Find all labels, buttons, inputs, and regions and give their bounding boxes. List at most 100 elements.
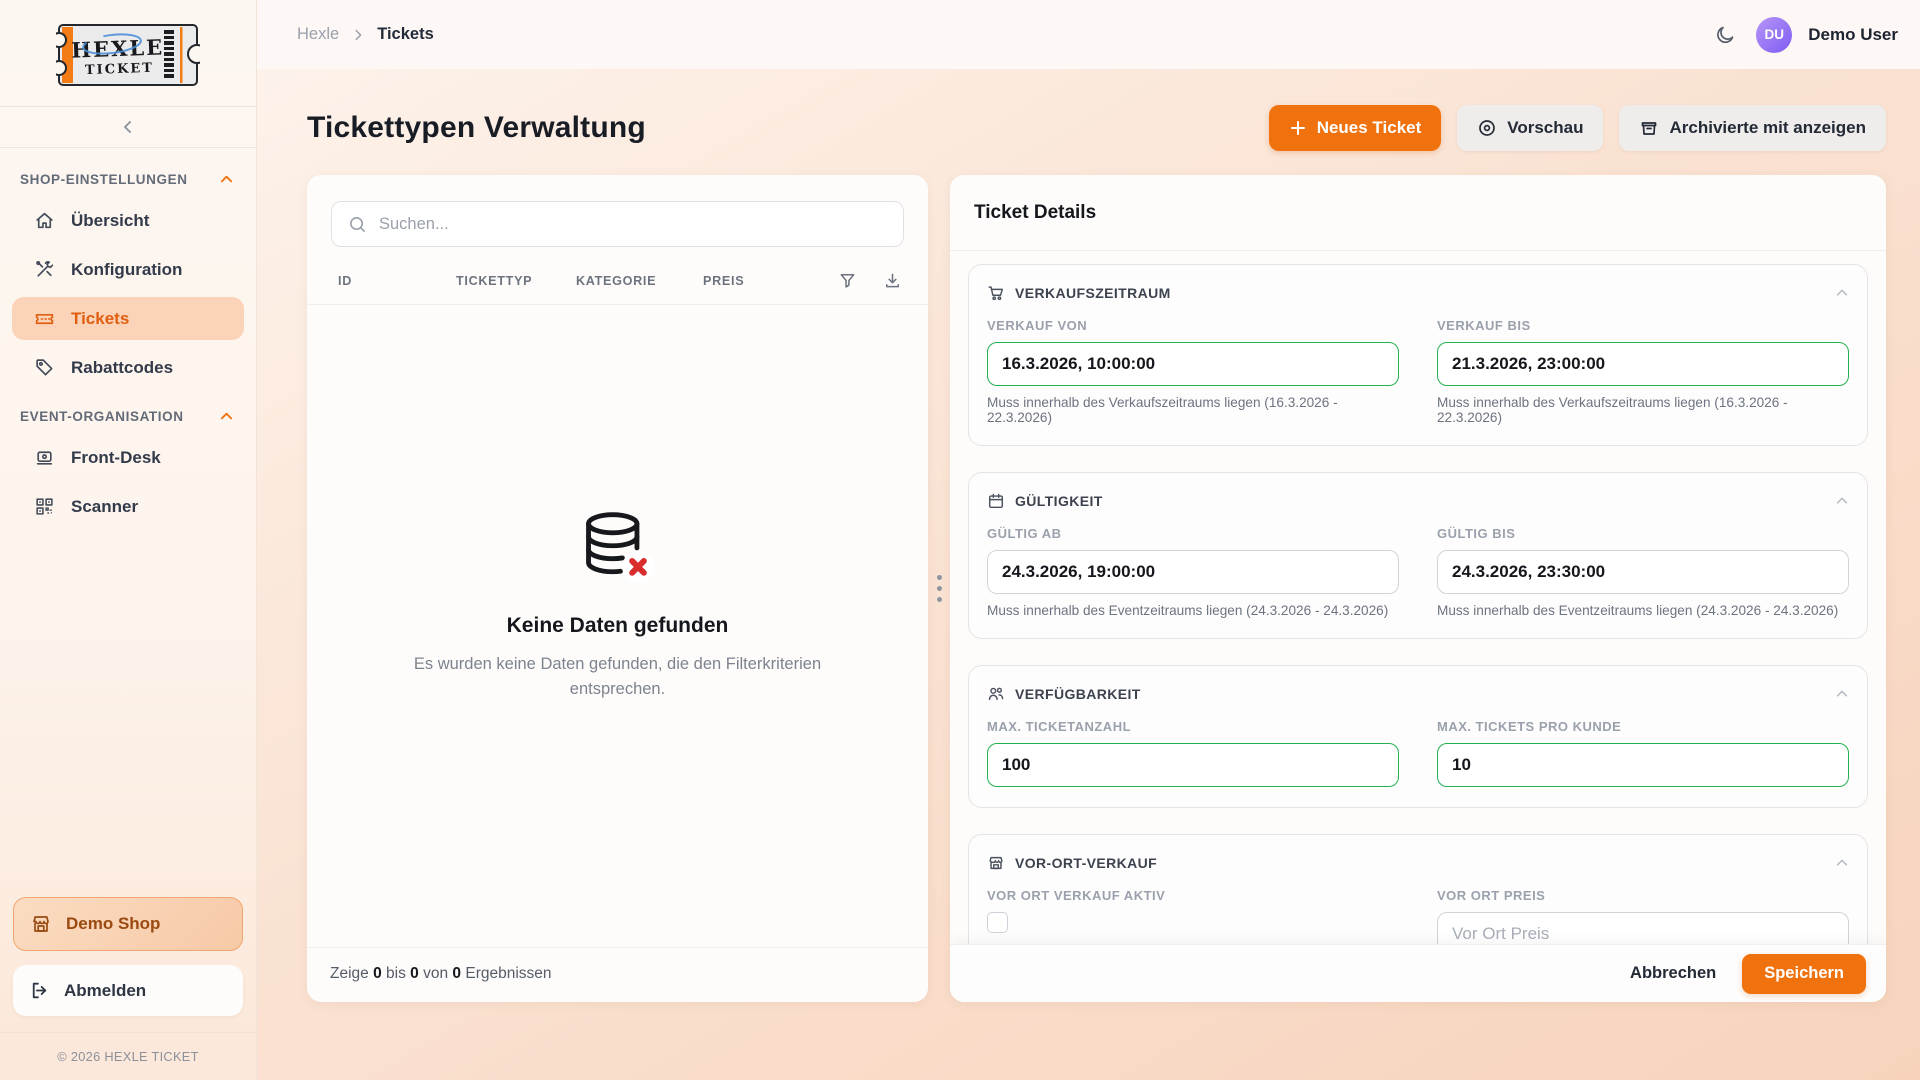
results-summary: Zeige 0 bis 0 von 0 Ergebnissen bbox=[307, 947, 928, 1002]
field-label: GÜLTIG BIS bbox=[1437, 526, 1849, 541]
no-data-database-icon bbox=[578, 510, 658, 588]
tag-icon bbox=[34, 357, 55, 378]
field-gueltig-ab: GÜLTIG AB Muss innerhalb des Eventzeitra… bbox=[987, 526, 1399, 618]
collapse-section-button[interactable] bbox=[1835, 286, 1849, 300]
page-title: Tickettypen Verwaltung bbox=[307, 111, 646, 145]
details-title: Ticket Details bbox=[950, 175, 1886, 251]
sidebar-bottom: Demo Shop Abmelden © 2026 HEXLE TICKET bbox=[0, 897, 256, 1080]
tools-icon bbox=[34, 259, 55, 280]
results-from: 0 bbox=[373, 965, 382, 982]
sidebar-collapse-button[interactable] bbox=[0, 106, 256, 148]
chevron-up-icon bbox=[219, 172, 234, 187]
verkauf-von-input[interactable] bbox=[987, 342, 1399, 386]
panels-row: ID TICKETTYP KATEGORIE PREIS bbox=[307, 175, 1886, 1002]
max-ticketanzahl-input[interactable] bbox=[987, 743, 1399, 787]
user-name: Demo User bbox=[1808, 25, 1898, 45]
svg-text:TICKET: TICKET bbox=[85, 61, 154, 78]
empty-state-message: Es wurden keine Daten gefunden, die den … bbox=[368, 652, 868, 702]
avatar[interactable]: DU bbox=[1756, 17, 1792, 53]
gueltig-bis-input[interactable] bbox=[1437, 550, 1849, 594]
results-text: Zeige bbox=[330, 965, 369, 982]
field-hint: Muss innerhalb des Eventzeitraums liegen… bbox=[1437, 603, 1849, 618]
nav-section-event-organisation[interactable]: EVENT-ORGANISATION bbox=[0, 395, 256, 434]
panel-resize-handle[interactable] bbox=[928, 175, 950, 1002]
verkauf-bis-input[interactable] bbox=[1437, 342, 1849, 386]
table-header-row: ID TICKETTYP KATEGORIE PREIS bbox=[307, 265, 928, 305]
field-max-ticketanzahl: MAX. TICKETANZAHL bbox=[987, 719, 1399, 787]
demo-shop-button[interactable]: Demo Shop bbox=[13, 897, 243, 951]
ticket-list-panel: ID TICKETTYP KATEGORIE PREIS bbox=[307, 175, 928, 1002]
cancel-button[interactable]: Abbrechen bbox=[1630, 964, 1716, 983]
cart-icon bbox=[987, 284, 1005, 302]
details-body: VERKAUFSZEITRAUM VERKAUF VON Muss innerh… bbox=[950, 251, 1886, 944]
column-header-id[interactable]: ID bbox=[338, 274, 456, 288]
sidebar-item-tickets[interactable]: Tickets bbox=[12, 297, 244, 340]
field-grid: MAX. TICKETANZAHL MAX. TICKETS PRO KUNDE bbox=[987, 719, 1849, 787]
results-text: Ergebnissen bbox=[465, 965, 551, 982]
field-gueltig-bis: GÜLTIG BIS Muss innerhalb des Eventzeitr… bbox=[1437, 526, 1849, 618]
column-header-tickettyp[interactable]: TICKETTYP bbox=[456, 274, 576, 288]
preview-label: Vorschau bbox=[1507, 118, 1583, 138]
sidebar-item-label: Scanner bbox=[71, 497, 138, 517]
collapse-section-button[interactable] bbox=[1835, 687, 1849, 701]
show-archived-button[interactable]: Archivierte mit anzeigen bbox=[1619, 105, 1886, 151]
dark-mode-toggle[interactable] bbox=[1710, 20, 1740, 50]
gueltig-ab-input[interactable] bbox=[987, 550, 1399, 594]
vor-ort-aktiv-checkbox[interactable] bbox=[987, 912, 1008, 933]
collapse-section-button[interactable] bbox=[1835, 856, 1849, 870]
logout-button[interactable]: Abmelden bbox=[13, 965, 243, 1016]
max-tickets-pro-kunde-input[interactable] bbox=[1437, 743, 1849, 787]
section-title: VOR-ORT-VERKAUF bbox=[1015, 855, 1157, 871]
field-vor-ort-preis: VOR ORT PREIS bbox=[1437, 888, 1849, 944]
section-title: GÜLTIGKEIT bbox=[1015, 493, 1103, 509]
ticket-icon bbox=[34, 308, 55, 329]
field-verkauf-von: VERKAUF VON Muss innerhalb des Verkaufsz… bbox=[987, 318, 1399, 425]
vor-ort-preis-input[interactable] bbox=[1437, 912, 1849, 944]
show-archived-label: Archivierte mit anzeigen bbox=[1669, 118, 1866, 138]
sidebar-item-label: Übersicht bbox=[71, 211, 149, 231]
download-button[interactable] bbox=[883, 271, 902, 290]
chevron-up-icon bbox=[1835, 494, 1849, 508]
sidebar-item-konfiguration[interactable]: Konfiguration bbox=[12, 248, 244, 291]
search-input[interactable] bbox=[379, 215, 887, 234]
field-label: GÜLTIG AB bbox=[987, 526, 1399, 541]
sidebar-item-front-desk[interactable]: Front-Desk bbox=[12, 436, 244, 479]
moon-icon bbox=[1714, 24, 1736, 46]
breadcrumb-parent[interactable]: Hexle bbox=[297, 25, 339, 44]
column-header-preis[interactable]: PREIS bbox=[703, 274, 838, 288]
topbar-right: DU Demo User bbox=[1710, 17, 1898, 53]
section-vor-ort-verkauf: VOR-ORT-VERKAUF VOR ORT VERKAUF AKTIV bbox=[968, 834, 1868, 944]
chevron-right-icon bbox=[351, 28, 365, 42]
new-ticket-button[interactable]: Neues Ticket bbox=[1269, 105, 1442, 151]
section-header: VERFÜGBARKEIT bbox=[987, 685, 1849, 703]
demo-shop-label: Demo Shop bbox=[66, 914, 160, 934]
column-header-kategorie[interactable]: KATEGORIE bbox=[576, 274, 703, 288]
results-total: 0 bbox=[452, 965, 461, 982]
new-ticket-label: Neues Ticket bbox=[1317, 118, 1422, 138]
section-header: VERKAUFSZEITRAUM bbox=[987, 284, 1849, 302]
filter-button[interactable] bbox=[838, 271, 857, 290]
sidebar-item-rabattcodes[interactable]: Rabattcodes bbox=[12, 346, 244, 389]
details-footer: Abbrechen Speichern bbox=[950, 944, 1886, 1002]
calendar-icon bbox=[987, 492, 1005, 510]
sidebar-item-label: Front-Desk bbox=[71, 448, 161, 468]
nav-section-shop-einstellungen[interactable]: SHOP-EINSTELLUNGEN bbox=[0, 158, 256, 197]
cash-register-icon bbox=[34, 447, 55, 468]
results-text: bis bbox=[386, 965, 406, 982]
preview-button[interactable]: Vorschau bbox=[1457, 105, 1603, 151]
sidebar-item-scanner[interactable]: Scanner bbox=[12, 485, 244, 528]
funnel-icon bbox=[838, 271, 857, 290]
section-gueltigkeit: GÜLTIGKEIT GÜLTIG AB Muss innerhalb des … bbox=[968, 472, 1868, 639]
save-button[interactable]: Speichern bbox=[1742, 954, 1866, 994]
download-icon bbox=[883, 271, 902, 290]
section-title: VERKAUFSZEITRAUM bbox=[1015, 285, 1171, 301]
field-label: VOR ORT PREIS bbox=[1437, 888, 1849, 903]
field-grid: VOR ORT VERKAUF AKTIV VOR ORT PREIS bbox=[987, 888, 1849, 944]
sidebar-item-label: Tickets bbox=[71, 309, 129, 329]
field-hint: Muss innerhalb des Verkaufszeitraums lie… bbox=[987, 395, 1399, 425]
brand-logo[interactable]: HEXLE TICKET bbox=[0, 0, 256, 106]
sidebar-item-uebersicht[interactable]: Übersicht bbox=[12, 199, 244, 242]
collapse-section-button[interactable] bbox=[1835, 494, 1849, 508]
chevron-up-icon bbox=[219, 409, 234, 424]
users-icon bbox=[987, 685, 1005, 703]
